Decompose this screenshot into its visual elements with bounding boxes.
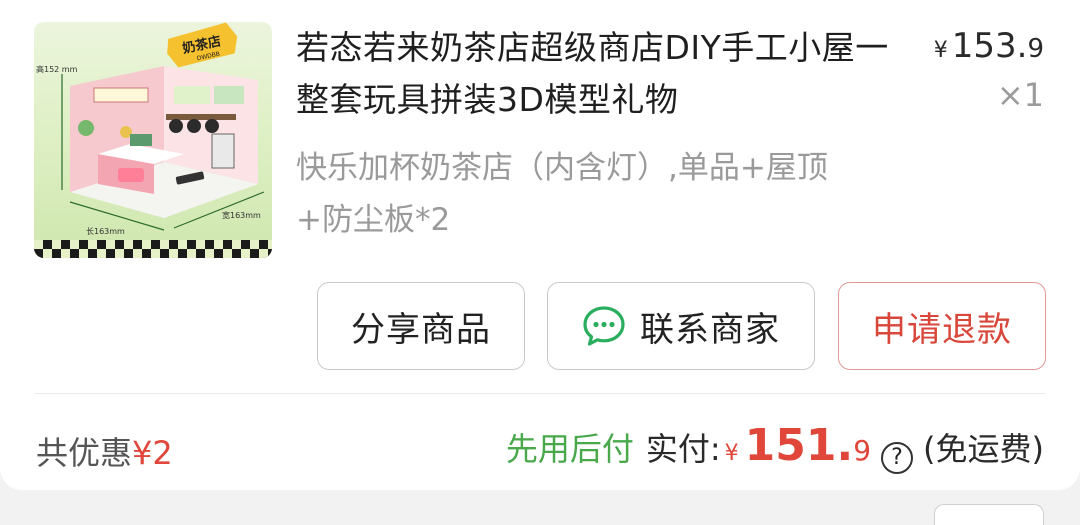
discount-amount: ¥2	[132, 434, 173, 472]
wechat-chat-icon	[582, 304, 626, 348]
next-button-partial[interactable]	[934, 504, 1044, 525]
menu-board-right-2	[214, 86, 244, 104]
share-product-button[interactable]: 分享商品	[317, 282, 525, 370]
question-circle-icon[interactable]: ?	[881, 441, 914, 474]
quantity: ×1	[996, 76, 1044, 114]
pay-later-label[interactable]: 先用后付	[506, 424, 634, 470]
menu-board-right	[174, 86, 210, 104]
total-discount: 共优惠¥2	[36, 428, 173, 474]
contact-merchant-button[interactable]: 联系商家	[547, 282, 815, 370]
divider	[34, 393, 1046, 394]
request-refund-button[interactable]: 申请退款	[838, 282, 1046, 370]
drink-machine	[211, 133, 235, 169]
counter-logo	[118, 168, 144, 182]
product-image[interactable]: 高152 mm 长163mm 宽163mm 奶茶店 DWDBB	[34, 22, 272, 258]
product-variant: 快乐加杯奶茶店（内含灯）,单品+屋顶+防尘板*2	[296, 150, 828, 238]
dim-length-label: 长163mm	[86, 226, 125, 236]
contact-merchant-label: 联系商家	[640, 309, 780, 350]
price-currency: ¥	[933, 38, 948, 63]
dim-width-label: 宽163mm	[222, 210, 261, 220]
share-product-label: 分享商品	[351, 309, 491, 350]
paid-amount-integer: 151.	[744, 420, 854, 471]
menu-board	[93, 87, 149, 103]
price-decimal: 9	[1027, 34, 1044, 64]
product-badge: 奶茶店 DWDBB	[167, 22, 238, 68]
dim-height-label: 高152 mm	[36, 64, 78, 74]
paid-currency: ¥	[724, 441, 739, 466]
paid-label: 实付:	[645, 430, 721, 468]
price-integer: 153.	[951, 26, 1028, 66]
checker-strip	[34, 240, 272, 258]
paid-amount-decimal: 9	[853, 434, 872, 467]
shipping-note: (免运费)	[923, 430, 1044, 468]
dollhouse-illustration: 高152 mm 长163mm 宽163mm 奶茶店 DWDBB	[34, 22, 272, 258]
payment-summary: 先用后付 实付: ¥ 151. 9 ? (免运费)	[506, 420, 1044, 474]
request-refund-label: 申请退款	[872, 309, 1012, 350]
unit-price: ¥153.9	[934, 26, 1044, 66]
product-title[interactable]: 若态若来奶茶店超级商店DIY手工小屋一整套玩具拼装3D模型礼物	[296, 22, 906, 126]
discount-label: 共优惠	[36, 434, 133, 472]
order-item-card: 高152 mm 长163mm 宽163mm 奶茶店 DWDBB 若态若来奶茶店超…	[0, 0, 1080, 490]
